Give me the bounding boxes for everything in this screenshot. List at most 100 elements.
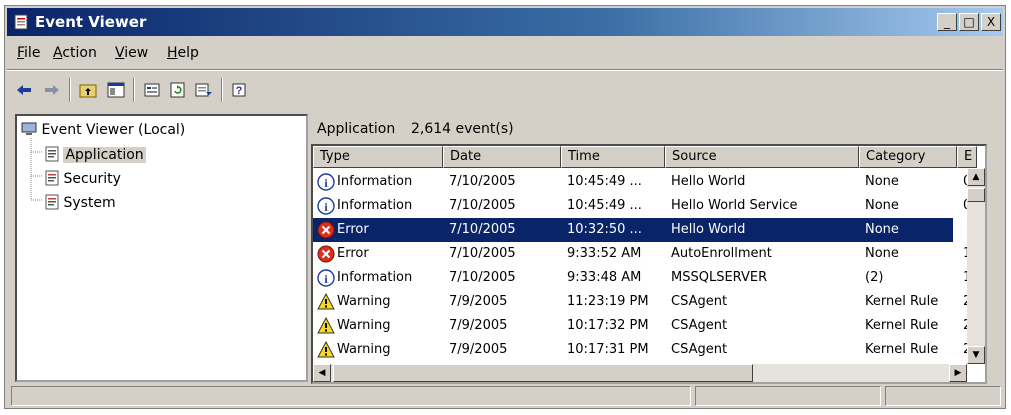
back-arrow-icon[interactable] [13,80,35,100]
menu-help[interactable]: Help [167,45,199,61]
forward-arrow-icon[interactable] [41,80,63,100]
cell-date: 7/10/2005 [449,246,516,261]
tree-item-system[interactable]: System [45,194,116,211]
cell-category: Kernel Rule [865,318,939,333]
warning-icon [317,292,335,311]
close-button[interactable]: X [981,13,1001,31]
show-hide-tree-icon[interactable] [105,80,127,100]
information-icon: i [317,173,335,191]
column-header-category[interactable]: Category [859,146,957,168]
cell-type: Warning [337,318,391,333]
toolbar-separator [221,78,223,102]
scroll-down-button[interactable]: ▼ [967,346,985,364]
scroll-thumb[interactable] [967,188,985,202]
scroll-up-button[interactable]: ▲ [967,168,985,186]
cell-date: 7/9/2005 [449,318,508,333]
horizontal-scrollbar[interactable]: ◀ ▶ [313,364,967,382]
cell-date: 7/9/2005 [449,342,508,357]
column-header-source[interactable]: Source [665,146,859,168]
table-row[interactable]: Warning 7/9/2005 11:23:19 PM CSAgent Kernel … [313,290,971,314]
table-row[interactable]: Error 7/10/2005 9:33:52 AM AutoEnrollment No… [313,242,971,266]
computer-icon [21,122,37,135]
cell-time: 10:45:49 ... [567,198,642,213]
table-row[interactable]: i Information 7/10/2005 10:45:49 ... Hello W… [313,194,971,218]
menu-file[interactable]: File [17,45,40,61]
cell-time: 11:23:19 PM [567,294,649,309]
error-icon [317,221,335,239]
title-bar[interactable]: Event Viewer _ □ X [7,8,1003,36]
cell-time: 10:32:50 ... [567,222,642,237]
cell-type: Warning [337,294,391,309]
information-icon: i [317,197,335,215]
cell-type: Warning [337,342,391,357]
help-icon[interactable]: ? [229,80,251,100]
event-count: 2,614 event(s) [411,121,514,137]
cell-source: CSAgent [671,294,728,309]
results-pane: Application 2,614 event(s) Type Date Tim… [311,114,987,384]
cell-date: 7/9/2005 [449,294,508,309]
log-name: Application [317,121,396,137]
table-row[interactable]: Error 7/10/2005 10:32:50 ... Hello World Non… [313,218,971,242]
maximize-button[interactable]: □ [959,13,979,31]
cell-category: Kernel Rule [865,294,939,309]
minimize-button[interactable]: _ [937,13,957,31]
column-header-time[interactable]: Time [561,146,665,168]
window-title: Event Viewer [35,13,147,31]
tree-item-application[interactable]: Application [45,146,146,163]
cell-date: 7/10/2005 [449,270,516,285]
menu-bar: File Action View Help [7,39,1003,67]
cell-category: (2) [865,270,884,285]
toolbar-separator [133,78,135,102]
table-row[interactable]: i Information 7/10/2005 10:45:49 ... Hello W… [313,170,971,194]
column-header-e[interactable]: E [957,146,977,168]
cell-source: Hello World [671,222,746,237]
menu-view[interactable]: View [115,45,148,61]
cell-date: 7/10/2005 [449,198,516,213]
tree-item-security[interactable]: Security [45,170,121,187]
cell-category: Kernel Rule [865,342,939,357]
error-icon [317,245,335,263]
cell-category: None [865,198,899,213]
cell-source: Hello World [671,174,746,189]
vertical-scrollbar[interactable]: ▲ ▼ [967,168,985,364]
log-icon [45,194,59,210]
cell-category: None [865,246,899,261]
cell-time: 9:33:52 AM [567,246,642,261]
table-row[interactable]: Warning 7/9/2005 10:17:31 PM CSAgent Kernel … [313,338,971,362]
scroll-right-button[interactable]: ▶ [949,364,967,382]
cell-category: None [865,222,899,237]
cell-type: Information [337,174,413,189]
cell-time: 10:45:49 ... [567,174,642,189]
cell-source: CSAgent [671,318,728,333]
scroll-left-button[interactable]: ◀ [313,364,331,382]
status-pane-main [11,386,691,406]
up-folder-icon[interactable] [77,80,99,100]
status-pane-3 [885,386,1001,406]
status-bar [11,386,1001,406]
cell-category: None [865,174,899,189]
refresh-icon[interactable] [167,80,189,100]
svg-text:?: ? [236,85,243,97]
cell-type: Error [337,246,369,261]
toolbar: ? [7,72,1003,108]
menu-separator [7,69,1003,71]
cell-source: AutoEnrollment [671,246,772,261]
cell-time: 10:17:32 PM [567,318,649,333]
cell-date: 7/10/2005 [449,222,516,237]
horizontal-scroll-thumb[interactable] [333,364,753,382]
cell-type: Information [337,270,413,285]
results-header: Application 2,614 event(s) [311,114,983,144]
table-row[interactable]: Warning 7/9/2005 10:17:32 PM CSAgent Kernel … [313,314,971,338]
cell-time: 10:17:31 PM [567,342,649,357]
cell-type: Information [337,198,413,213]
menu-action[interactable]: Action [53,45,97,61]
status-pane-2 [695,386,881,406]
tree-root-event-viewer[interactable]: Event Viewer (Local) [21,122,185,138]
information-icon: i [317,269,335,287]
cell-source: MSSQLSERVER [671,270,768,285]
properties-icon[interactable] [141,80,163,100]
column-header-date[interactable]: Date [443,146,561,168]
table-row[interactable]: i Information 7/10/2005 9:33:48 AM MSSQLSERV… [313,266,971,290]
export-list-icon[interactable] [193,80,215,100]
column-header-type[interactable]: Type [313,146,443,168]
